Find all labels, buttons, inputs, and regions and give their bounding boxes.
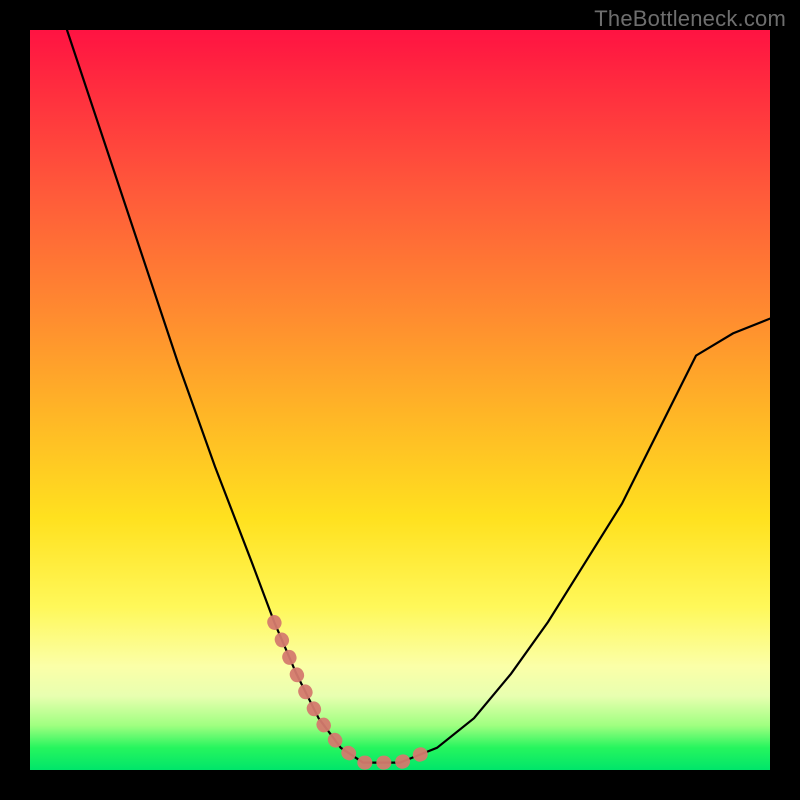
curve-path bbox=[67, 30, 770, 763]
chart-stage: TheBottleneck.com bbox=[0, 0, 800, 800]
bottleneck-curve bbox=[30, 30, 770, 770]
plot-area bbox=[30, 30, 770, 770]
watermark-text: TheBottleneck.com bbox=[594, 6, 786, 32]
marker-dots bbox=[274, 622, 437, 763]
